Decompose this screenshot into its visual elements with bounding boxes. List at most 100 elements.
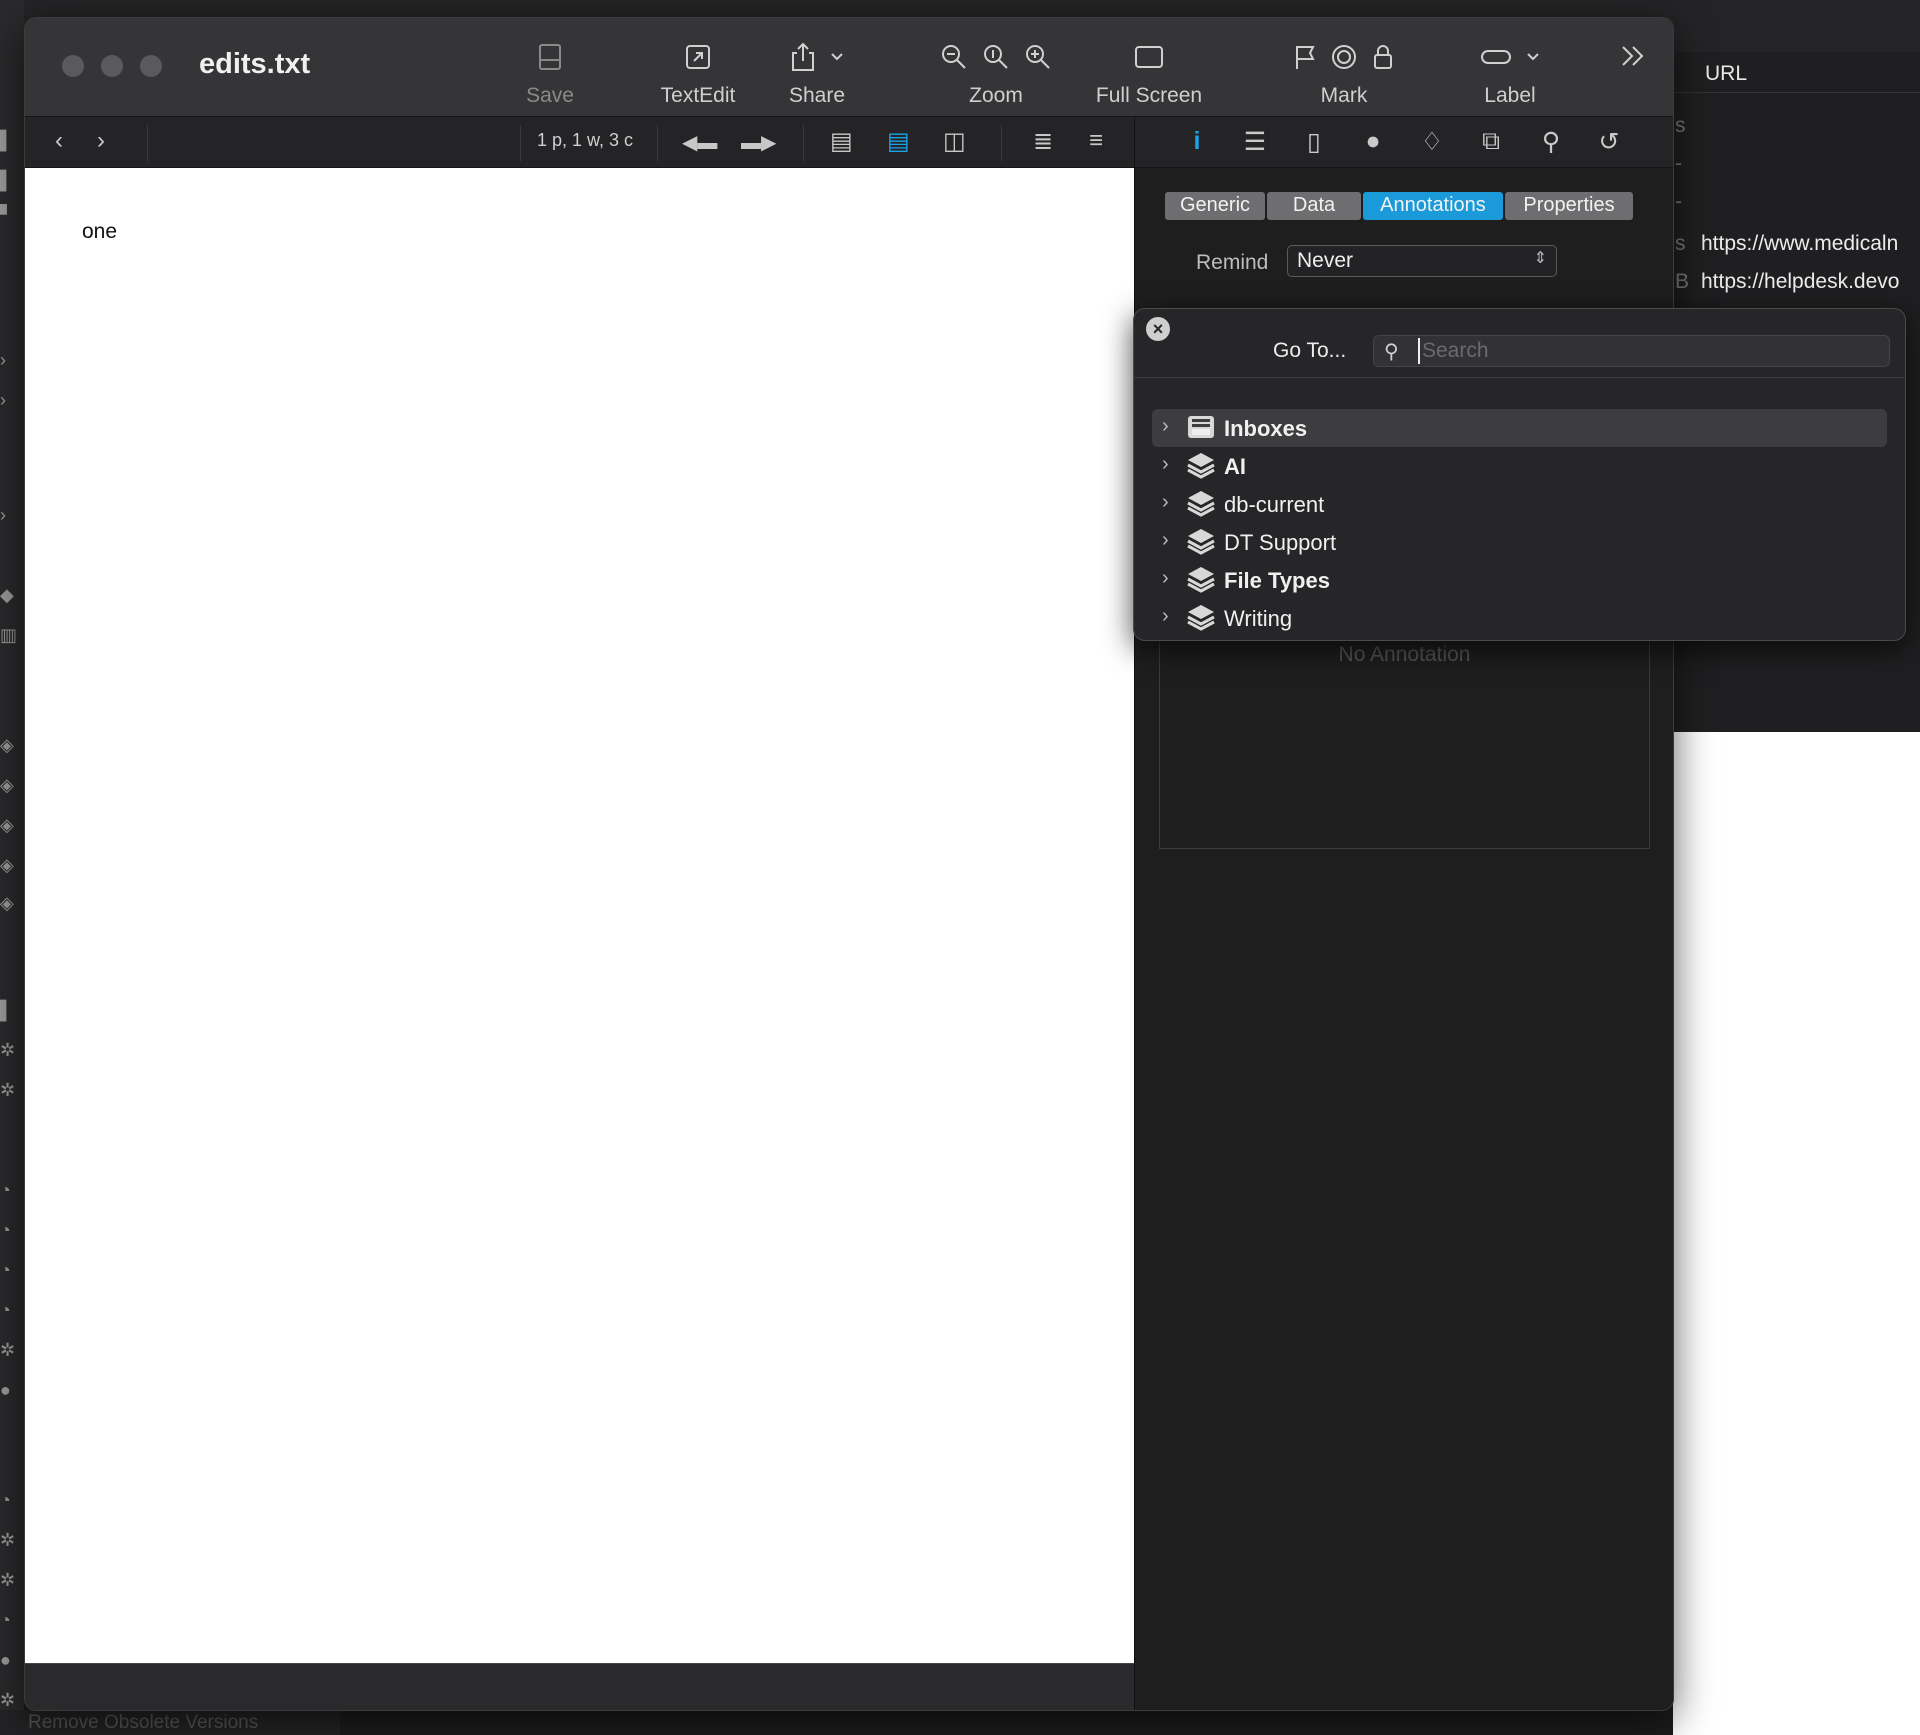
background-status: Remove Obsolete Versions [0,1710,340,1735]
info-segmented-control: Generic Data Annotations Properties [1165,192,1633,220]
document-icon: ▘ [0,205,14,225]
zoom-control[interactable]: Zoom [914,36,1078,108]
table-row[interactable]: - [1673,190,1920,228]
tab-annotations[interactable]: Annotations [1363,192,1503,220]
mark-control[interactable]: Mark [1279,36,1409,108]
zoom-out-icon [942,45,966,69]
chevron-right-icon[interactable]: › [0,390,16,411]
back-button[interactable]: ‹ [55,127,63,155]
toolbar-overflow-button[interactable] [1620,44,1646,73]
select-arrows-icon: ⇕ [1533,250,1547,267]
label-icon [1481,50,1511,64]
save-button[interactable]: Save [522,36,578,108]
close-icon[interactable]: × [1146,317,1170,341]
concordance-icon[interactable]: ● [1357,127,1389,156]
chevron-right-icon[interactable]: › [0,505,16,526]
full-screen-icon [1135,46,1163,68]
database-icon: ◈ [0,735,14,755]
share-button[interactable]: Share [771,36,863,108]
gear-icon: ✲ [0,1080,16,1100]
document-editor[interactable]: one [25,168,1134,1663]
lock-icon [1374,45,1392,69]
full-screen-button[interactable]: Full Screen [1089,36,1209,108]
list-item[interactable]: › File Types [1152,561,1887,599]
double-chevron-right-icon [1622,46,1644,66]
tab-properties[interactable]: Properties [1505,192,1633,220]
info-icon[interactable]: i [1181,127,1213,156]
inbox-icon [1188,416,1214,438]
layout-text-icon[interactable]: ▤ [887,127,910,156]
background-content-area [1673,732,1920,1735]
chevron-right-icon[interactable]: › [1162,529,1169,552]
search-icon[interactable]: ⚲ [1535,127,1567,157]
table-row[interactable]: s https://www.medicaln [1673,232,1920,270]
table-row[interactable]: Bhttps://helpdesk.devo [1673,270,1920,308]
document-stats: 1 p, 1 w, 3 c [537,130,634,150]
url-column-header[interactable]: URL [1673,52,1920,93]
circle-icon: ● [0,1650,11,1670]
gear-icon: ✲ [0,1690,16,1710]
database-icon [1187,453,1215,479]
chevron-right-icon[interactable]: › [1162,605,1169,628]
list-item[interactable]: › DT Support [1152,523,1887,561]
goto-popover: × Go To... ⚲ › Inboxes › AI › db-current… [1133,308,1906,641]
links-icon[interactable]: ⧉ [1475,127,1507,156]
tab-generic[interactable]: Generic [1165,192,1265,220]
document-window: edits.txt Save TextEdit Share Zoom Full … [24,17,1674,1711]
clock-icon: ◔ [0,1300,11,1320]
table-row[interactable]: - [1673,152,1920,190]
remind-label: Remind [1196,251,1269,274]
database-list: › Inboxes › AI › db-current › DT Support… [1152,409,1887,637]
list-item[interactable]: › Writing [1152,599,1887,637]
zoom-in-icon [1026,45,1050,69]
gear-icon: ✲ [0,1530,16,1550]
inspector-tabs: i ☰ ▯ ● ♢ ⧉ ⚲ ↺ [1135,117,1673,168]
open-in-textedit-button[interactable]: TextEdit [651,36,745,108]
text-format-icon[interactable]: ≣ [1033,127,1053,156]
close-window-button[interactable] [62,55,84,77]
annotation-box[interactable]: No Annotation [1159,637,1650,849]
document-text[interactable]: one [82,220,117,244]
background-sidebar: ▌ ▌ ▘ › › › ◆ ▥ ◈ ◈ ◈ ◈ ◈ ▌ ✲ ✲ ◔ ◔ ◔ ◔ … [0,0,24,1735]
layout-columns-icon[interactable]: ◫ [943,127,966,156]
goto-search-field[interactable]: ⚲ [1373,335,1890,367]
database-icon [1187,605,1215,631]
forward-button[interactable]: › [97,127,105,155]
database-icon: ◈ [0,893,14,913]
chevron-right-icon[interactable]: › [1162,491,1169,514]
chevron-right-icon[interactable]: › [0,350,16,371]
chevron-right-icon[interactable]: › [1162,567,1169,590]
list-icon: ▌ [0,1000,13,1020]
title-bar: edits.txt Save TextEdit Share Zoom Full … [25,18,1673,117]
flag-icon [1296,46,1315,69]
document-icon[interactable]: ▯ [1298,127,1330,157]
clock-icon: ◔ [0,1180,11,1200]
search-input[interactable] [1418,338,1884,364]
list-item[interactable]: › AI [1152,447,1887,485]
table-row[interactable]: s [1673,114,1920,152]
chevron-right-icon[interactable]: › [1162,415,1169,438]
database-icon: ◈ [0,855,14,875]
layout-single-icon[interactable]: ▤ [830,127,853,156]
gear-icon: ✲ [0,1570,16,1590]
history-icon[interactable]: ↺ [1593,127,1625,157]
lightbulb-icon[interactable]: ♢ [1416,127,1448,157]
share-icon [792,42,814,71]
chevron-down-icon [1527,53,1539,61]
tab-data[interactable]: Data [1267,192,1361,220]
previous-page-icon[interactable]: ◀▬ [682,130,717,155]
list-item[interactable]: › db-current [1152,485,1887,523]
minimize-window-button[interactable] [101,55,123,77]
zoom-window-button[interactable] [140,55,162,77]
outline-icon[interactable]: ☰ [1239,127,1271,157]
tag-icon: ◆ [0,585,14,605]
chevron-down-icon [831,53,843,61]
chevron-right-icon[interactable]: › [1162,453,1169,476]
database-icon [1187,567,1215,593]
window-title: edits.txt [199,48,311,80]
next-page-icon[interactable]: ▬▶ [741,130,776,155]
text-align-icon[interactable]: ≡ [1089,127,1103,155]
remind-select[interactable]: Never ⇕ [1287,245,1557,277]
list-item[interactable]: › Inboxes [1152,409,1887,447]
label-button[interactable]: Label [1465,36,1555,108]
